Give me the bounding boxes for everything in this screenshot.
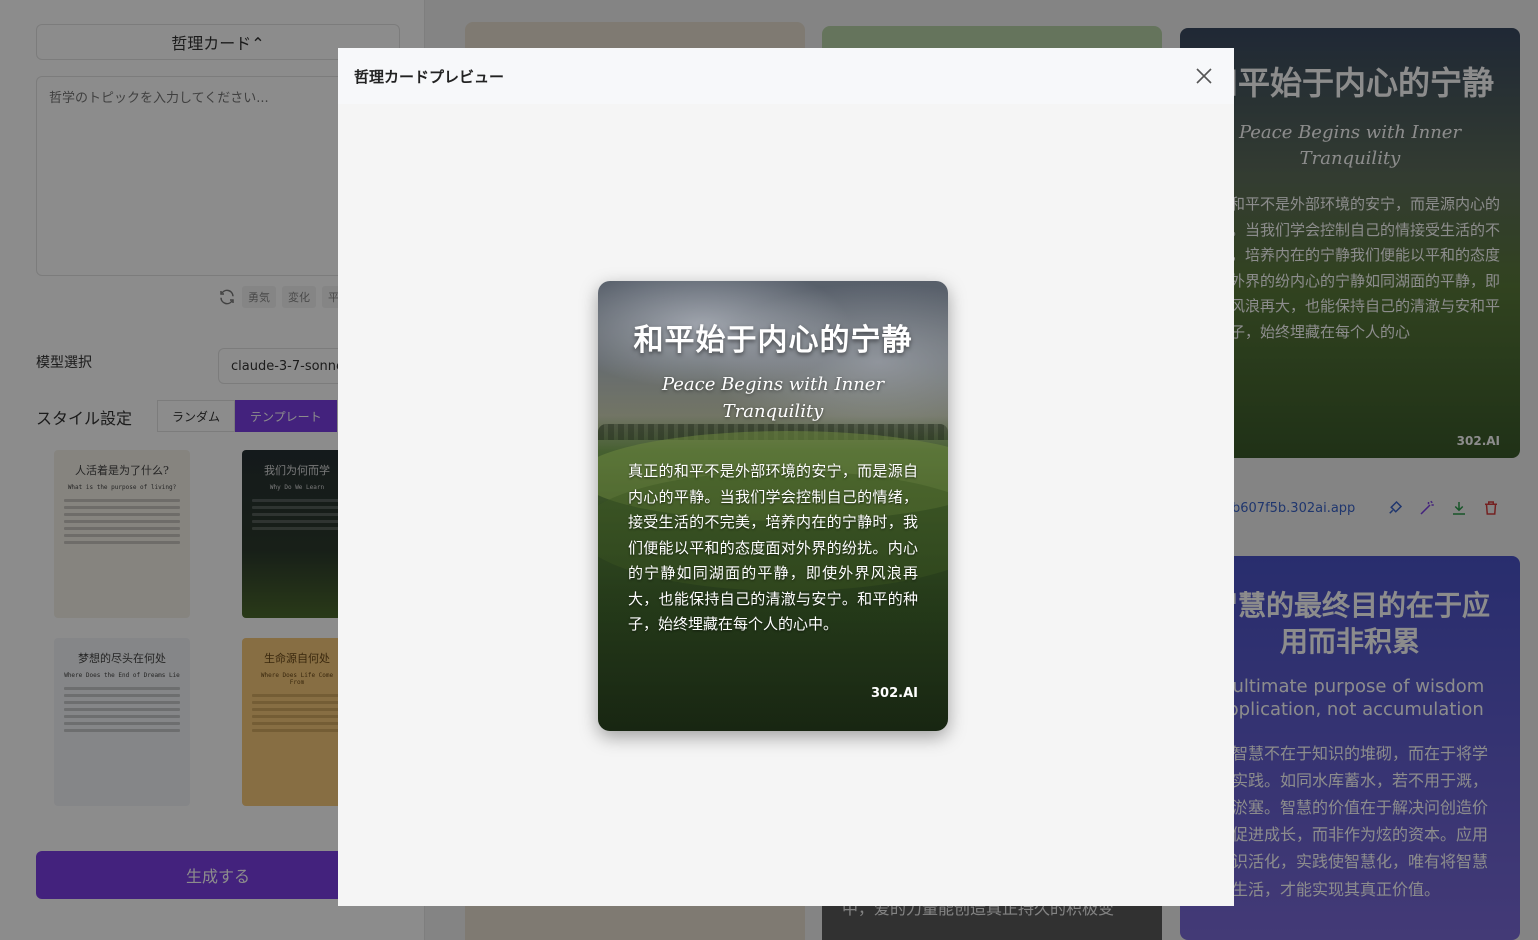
- preview-modal: 哲理カードプレビュー 和平始于内心的宁静 Peace Begins with I…: [338, 48, 1234, 906]
- preview-card: 和平始于内心的宁静 Peace Begins with Inner Tranqu…: [598, 281, 948, 731]
- modal-header: 哲理カードプレビュー: [338, 48, 1234, 104]
- close-icon[interactable]: [1190, 62, 1218, 90]
- modal-title: 哲理カードプレビュー: [354, 67, 505, 86]
- card-brand: 302.AI: [871, 686, 918, 701]
- card-body: 真正的和平不是外部环境的安宁，而是源自内心的平静。当我们学会控制自己的情绪，接受…: [628, 462, 918, 633]
- card-content: 和平始于内心的宁静 Peace Begins with Inner Tranqu…: [598, 281, 948, 731]
- card-subtitle: Peace Begins with Inner Tranquility: [661, 374, 885, 422]
- card-title: 和平始于内心的宁静: [633, 323, 913, 358]
